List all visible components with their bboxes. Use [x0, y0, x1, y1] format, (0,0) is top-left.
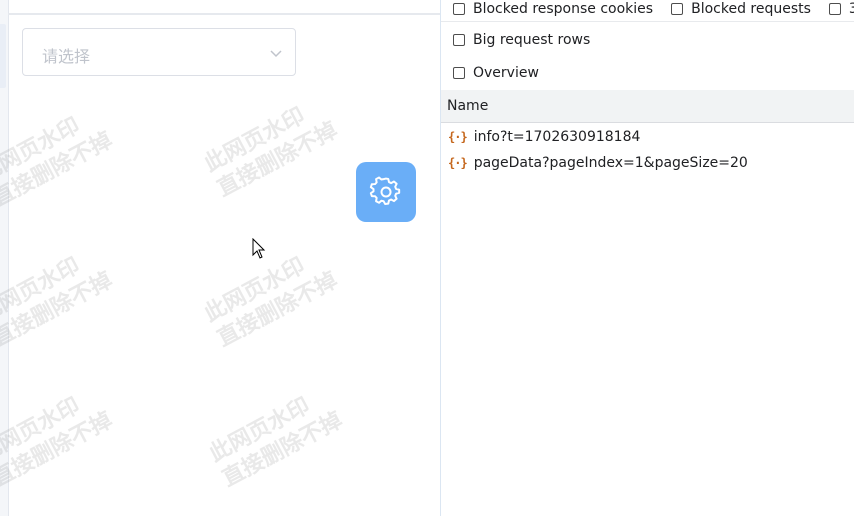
option-blocked-requests[interactable]: Blocked requests — [671, 1, 811, 17]
watermark: 此网页水印 直接删除不掉 — [200, 92, 342, 203]
checkbox[interactable] — [453, 34, 465, 46]
select-placeholder: 请选择 — [42, 47, 91, 66]
column-header-name: Name — [447, 98, 489, 114]
left-sidebar-strip — [0, 0, 9, 516]
option-label: Big request rows — [473, 32, 591, 48]
request-name: pageData?pageIndex=1&pageSize=20 — [473, 155, 748, 171]
settings-row: Overview — [441, 61, 854, 85]
settings-button[interactable] — [356, 162, 416, 222]
watermark: 此网页水印 直接删除不掉 — [205, 382, 347, 493]
checkbox[interactable] — [828, 3, 841, 15]
watermark-line: 此网页水印 — [199, 102, 310, 178]
option-label: Overview — [473, 65, 539, 81]
table-row[interactable]: {·} pageData?pageIndex=1&pageSize=20 — [441, 151, 854, 175]
request-name: info?t=1702630918184 — [473, 129, 641, 145]
settings-row: Big request rows — [441, 28, 854, 52]
checkbox[interactable] — [453, 67, 465, 79]
xhr-json-icon: {·} — [448, 130, 468, 144]
settings-row: Blocked response cookies Blocked request… — [441, 0, 854, 22]
watermark-line: 直接删除不掉 — [0, 126, 117, 212]
option-overview[interactable]: Overview — [453, 65, 539, 81]
option-label: Blocked requests — [691, 1, 811, 17]
watermark-line: 此网页水印 — [0, 392, 85, 468]
select-dropdown[interactable]: 请选择 — [22, 28, 296, 76]
option-3rd-party-requests[interactable]: 3rd — [828, 1, 854, 17]
option-blocked-response-cookies[interactable]: Blocked response cookies — [453, 1, 653, 17]
watermark-line: 直接删除不掉 — [217, 406, 347, 492]
checkbox[interactable] — [671, 3, 684, 15]
option-label: Blocked response cookies — [473, 1, 654, 17]
watermark-line: 此网页水印 — [204, 392, 315, 468]
watermark-line: 直接删除不掉 — [0, 266, 117, 352]
watermark: 此网页水印 直接删除不掉 — [200, 242, 342, 353]
table-header-name[interactable]: Name — [441, 90, 854, 123]
xhr-json-icon: {·} — [448, 156, 468, 170]
watermark: 此网页水印 直接删除不掉 — [0, 242, 117, 353]
watermark-line: 此网页水印 — [0, 112, 85, 188]
watermark-line: 此网页水印 — [0, 252, 85, 328]
chevron-down-icon — [270, 50, 282, 58]
sidebar-active-indicator — [0, 24, 6, 88]
watermark-line: 直接删除不掉 — [0, 406, 117, 492]
mouse-cursor-icon — [252, 238, 266, 259]
option-big-request-rows[interactable]: Big request rows — [453, 32, 590, 48]
watermark: 此网页水印 直接删除不掉 — [0, 382, 117, 493]
app-pane: 此网页水印 直接删除不掉 此网页水印 直接删除不掉 此网页水印 直接删除不掉 此… — [0, 0, 441, 516]
top-divider — [8, 13, 441, 15]
watermark-line: 直接删除不掉 — [212, 116, 342, 202]
gear-icon — [369, 176, 401, 206]
checkbox[interactable] — [453, 3, 465, 15]
devtools-network-panel: Blocked response cookies Blocked request… — [441, 0, 854, 516]
option-label: 3rd — [848, 1, 854, 17]
watermark-line: 直接删除不掉 — [212, 266, 342, 352]
watermark: 此网页水印 直接删除不掉 — [0, 102, 117, 213]
table-row[interactable]: {·} info?t=1702630918184 — [441, 125, 854, 149]
